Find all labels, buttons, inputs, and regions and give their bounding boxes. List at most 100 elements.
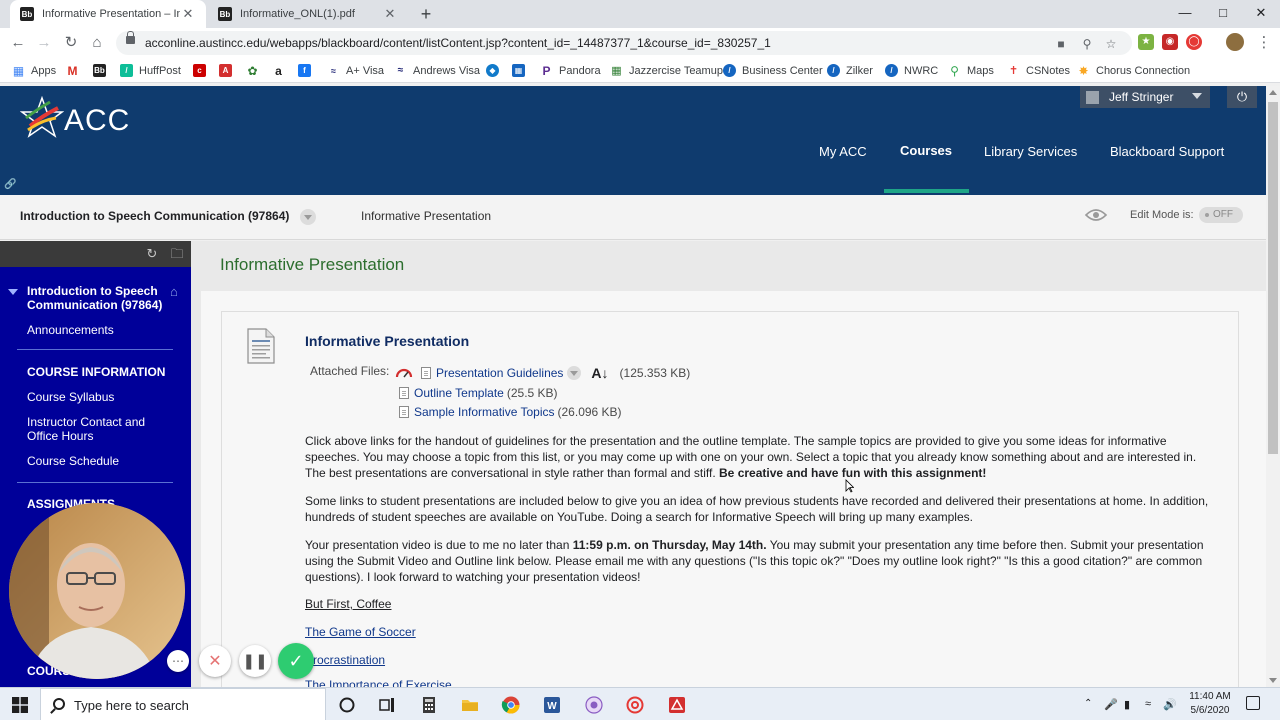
volume-icon[interactable]: 🔊: [1163, 698, 1177, 711]
edit-mode-toggle[interactable]: OFF: [1199, 207, 1243, 223]
window-close-button[interactable]: ✕: [1242, 0, 1280, 28]
menu-item-course-syllabus[interactable]: Course Syllabus: [27, 390, 114, 404]
screen-recorder-icon[interactable]: [584, 695, 604, 715]
bookmark-maps[interactable]: ⚲ Maps: [948, 63, 994, 78]
bookmark-jazzercise[interactable]: ▦ Jazzercise Teamup: [610, 63, 723, 78]
bookmark-leaf[interactable]: ✿: [246, 63, 265, 78]
browser-menu-icon[interactable]: ⋮: [1254, 33, 1274, 53]
student-preview-eye-icon[interactable]: [1084, 207, 1108, 223]
notification-center-icon[interactable]: [1246, 696, 1260, 710]
scroll-up-arrow-icon[interactable]: [1269, 90, 1277, 95]
pin-icon[interactable]: 🔗: [4, 179, 16, 191]
recorder-cancel-button[interactable]: ✕: [199, 645, 231, 677]
calculator-icon[interactable]: [419, 695, 439, 715]
recorder-finish-button[interactable]: ✓: [278, 643, 314, 679]
home-icon[interactable]: ⌂: [170, 284, 184, 299]
tab-close-icon[interactable]: ✕: [180, 6, 196, 22]
forward-arrow-icon[interactable]: →: [34, 33, 54, 53]
folder-icon[interactable]: 🗀: [169, 246, 185, 262]
text-to-speech-download-icon[interactable]: A↓: [591, 365, 608, 381]
course-menu-title[interactable]: Introduction to Speech Communication (97…: [27, 284, 167, 312]
link-importance-of-exercise[interactable]: The Importance of Exercise: [305, 678, 452, 687]
bookmark-nwrc[interactable]: / NWRC: [885, 63, 938, 78]
taskbar-search-input[interactable]: Type here to search: [40, 688, 326, 720]
browser-tab-pdf[interactable]: Bb Informative_ONL(1).pdf ✕: [208, 0, 408, 28]
show-hidden-icons[interactable]: ⌃: [1084, 698, 1092, 709]
acc-logo[interactable]: ACC: [20, 94, 129, 138]
user-menu[interactable]: Jeff Stringer: [1080, 86, 1210, 108]
word-icon[interactable]: W: [542, 695, 562, 715]
link-but-first-coffee[interactable]: But First, Coffee: [305, 597, 391, 611]
microphone-icon[interactable]: 🎤: [1104, 698, 1118, 711]
link-procrastination[interactable]: Procrastination: [305, 653, 385, 667]
refresh-icon[interactable]: ↻: [144, 246, 160, 262]
bookmark-pandora[interactable]: P Pandora: [540, 63, 600, 78]
extension-circle-icon[interactable]: ◯: [1186, 34, 1202, 50]
bookmark-amazon[interactable]: a: [272, 63, 291, 78]
scrollbar-thumb[interactable]: [1268, 102, 1278, 454]
nav-courses[interactable]: Courses: [900, 143, 952, 158]
maximize-button[interactable]: □: [1204, 0, 1242, 28]
logout-power-icon[interactable]: ⏻: [1227, 86, 1257, 108]
acrobat-reader-icon[interactable]: [667, 695, 687, 715]
nav-library-services[interactable]: Library Services: [984, 144, 1077, 159]
camera-icon[interactable]: ■: [1052, 35, 1070, 53]
bookmark-apps[interactable]: ▦ Apps: [12, 63, 56, 78]
app-swirl-icon[interactable]: [625, 695, 645, 715]
bookmark-zilker[interactable]: / Zilker: [827, 63, 873, 78]
file-link-presentation-guidelines[interactable]: Presentation Guidelines: [436, 366, 563, 380]
chrome-icon[interactable]: [501, 695, 521, 715]
bookmark-a-plus-visa[interactable]: ≈ A+ Visa: [327, 63, 384, 78]
speedometer-icon[interactable]: [395, 367, 413, 378]
home-icon[interactable]: ⌂: [87, 33, 107, 53]
minimize-button[interactable]: —: [1166, 0, 1204, 28]
recorder-more-button[interactable]: ⋯: [167, 650, 189, 672]
bookmark-chorus-connection[interactable]: ✸ Chorus Connection: [1077, 63, 1190, 78]
menu-item-course-schedule[interactable]: Course Schedule: [27, 454, 119, 468]
bookmark-csnotes[interactable]: ✝ CSNotes: [1007, 63, 1070, 78]
link-game-of-soccer[interactable]: The Game of Soccer: [305, 625, 416, 639]
new-tab-button[interactable]: +: [415, 3, 437, 25]
nav-my-acc[interactable]: My ACC: [819, 144, 867, 159]
bookmark-andrews-visa[interactable]: ≈ Andrews Visa: [394, 63, 480, 78]
menu-item-instructor-contact[interactable]: Instructor Contact and Office Hours: [27, 415, 177, 443]
bookmark-star-icon[interactable]: ☆: [1102, 35, 1120, 53]
profile-avatar[interactable]: [1226, 33, 1244, 51]
recorder-pause-button[interactable]: ❚❚: [239, 645, 271, 677]
extension-star-icon[interactable]: ★: [1138, 34, 1154, 50]
file-link-sample-topics[interactable]: Sample Informative Topics: [414, 405, 555, 419]
bookmark-facebook[interactable]: f: [298, 63, 317, 78]
address-bar[interactable]: acconline.austincc.edu/webapps/blackboar…: [116, 31, 1132, 55]
page-scrollbar[interactable]: [1266, 86, 1280, 687]
battery-icon[interactable]: ▮: [1124, 698, 1130, 711]
wifi-icon[interactable]: ≈: [1145, 698, 1151, 710]
reload-icon[interactable]: ↻: [61, 33, 81, 53]
bookmark-cnn[interactable]: c: [193, 63, 212, 78]
menu-item-announcements[interactable]: Announcements: [27, 323, 114, 337]
collapse-triangle-icon[interactable]: [8, 289, 18, 295]
extension-shield-icon[interactable]: ◉: [1162, 34, 1178, 50]
back-arrow-icon[interactable]: ←: [8, 33, 28, 53]
system-clock[interactable]: 11:40 AM 5/6/2020: [1180, 690, 1240, 718]
bookmark-gmail[interactable]: M: [66, 63, 85, 78]
chevron-down-icon[interactable]: [300, 209, 316, 225]
tab-close-icon[interactable]: ✕: [382, 6, 398, 22]
breadcrumb-course[interactable]: Introduction to Speech Communication (97…: [20, 209, 289, 223]
bookmark-building[interactable]: ▦: [512, 63, 531, 78]
file-link-outline-template[interactable]: Outline Template: [414, 386, 504, 400]
cortana-icon[interactable]: [337, 695, 357, 715]
nav-blackboard-support[interactable]: Blackboard Support: [1110, 144, 1224, 159]
bookmark-huffpost[interactable]: / HuffPost: [120, 63, 181, 78]
browser-tab-active[interactable]: Bb Informative Presentation – In ✕: [10, 0, 206, 28]
bookmark-acrobat[interactable]: A: [219, 63, 238, 78]
scroll-down-arrow-icon[interactable]: [1269, 678, 1277, 683]
chevron-down-icon[interactable]: [567, 366, 582, 380]
bookmark-blackboard[interactable]: Bb: [93, 63, 112, 78]
zoom-icon[interactable]: ⚲: [1078, 35, 1096, 53]
bookmark-chase[interactable]: ◆: [486, 63, 505, 78]
task-view-icon[interactable]: [377, 695, 397, 715]
file-explorer-icon[interactable]: [460, 695, 480, 715]
windows-start-icon[interactable]: [12, 697, 28, 713]
bookmark-business-center[interactable]: / Business Center: [723, 63, 823, 78]
item-title-link[interactable]: Informative Presentation: [305, 333, 469, 349]
